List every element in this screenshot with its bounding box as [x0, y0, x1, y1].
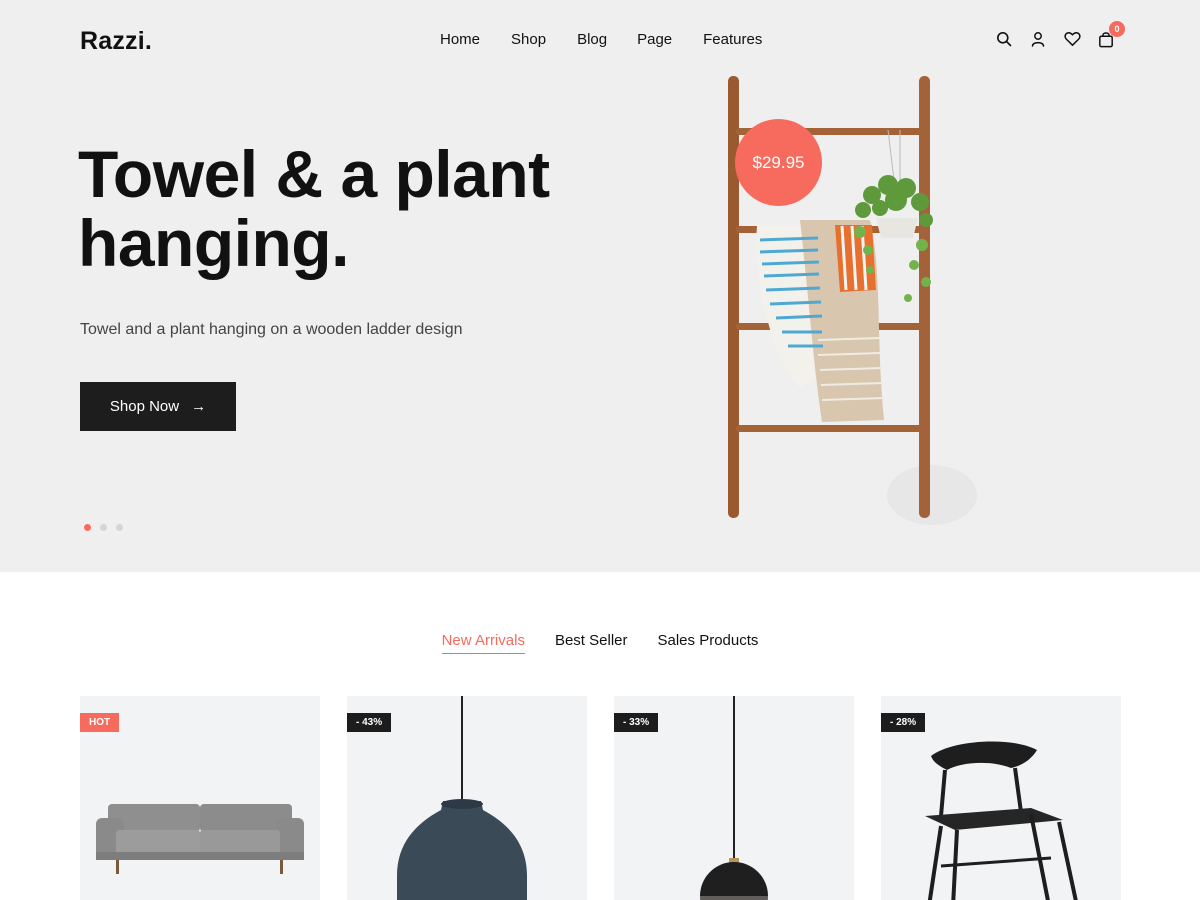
nav-shop[interactable]: Shop: [511, 31, 546, 48]
slider-dot-3[interactable]: [116, 524, 123, 531]
nav-page[interactable]: Page: [637, 31, 672, 48]
hero-subtitle: Towel and a plant hanging on a wooden la…: [80, 321, 463, 338]
product-badge: - 33%: [614, 713, 659, 732]
nav-features[interactable]: Features: [703, 31, 762, 48]
tab-new-arrivals[interactable]: New Arrivals: [441, 632, 525, 654]
product-badge: - 43%: [347, 713, 392, 732]
product-card[interactable]: - 33%: [614, 696, 854, 900]
user-icon[interactable]: [1028, 29, 1048, 49]
product-tabs: New Arrivals Best Seller Sales Products: [0, 632, 1200, 654]
product-card[interactable]: - 28%: [881, 696, 1121, 900]
product-card[interactable]: - 43%: [347, 696, 587, 900]
search-icon[interactable]: [994, 29, 1014, 49]
logo[interactable]: Razzi.: [80, 27, 152, 56]
bag-icon[interactable]: 0: [1096, 21, 1125, 49]
tab-sales-products[interactable]: Sales Products: [658, 632, 759, 654]
shop-now-button[interactable]: Shop Now →: [80, 382, 236, 431]
main-nav: Home Shop Blog Page Features: [440, 31, 762, 48]
shop-now-label: Shop Now: [109, 398, 180, 415]
slider-dots: [84, 524, 123, 531]
heart-icon[interactable]: [1062, 29, 1082, 49]
product-badge: - 28%: [881, 713, 926, 732]
header-icons: 0: [994, 21, 1125, 49]
tab-best-seller[interactable]: Best Seller: [555, 632, 628, 654]
nav-home[interactable]: Home: [440, 31, 480, 48]
price-badge: $29.95: [735, 119, 822, 206]
cart-count-badge: 0: [1109, 21, 1125, 37]
nav-blog[interactable]: Blog: [577, 31, 607, 48]
slider-dot-2[interactable]: [100, 524, 107, 531]
product-badge: HOT: [80, 713, 120, 732]
slider-dot-1[interactable]: [84, 524, 91, 531]
hero-section: Razzi. Home Shop Blog Page Features 0 To…: [0, 0, 1200, 572]
hero-title: Towel & a plant hanging.: [78, 137, 550, 280]
product-card[interactable]: HOT: [80, 696, 320, 900]
arrow-right-icon: →: [191, 398, 207, 415]
